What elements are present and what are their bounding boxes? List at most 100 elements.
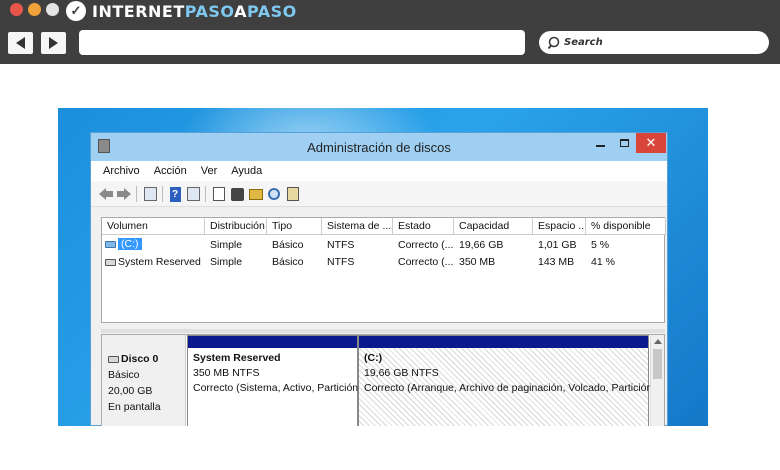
search-input[interactable]: Search: [539, 31, 769, 54]
partition-status: Correcto (Sistema, Activo, Partición p: [193, 382, 367, 394]
drive-icon: [105, 240, 116, 248]
status-cell: Correcto (...: [398, 239, 454, 251]
column-header-tipo[interactable]: Tipo: [267, 218, 322, 235]
capacity-cell: 350 MB: [459, 256, 496, 268]
console-tree-icon: [143, 187, 157, 201]
browser-titlebar: ✓ INTERNETPASOAPASO: [0, 0, 780, 24]
disk-management-window: Administración de discos ✕ Archivo Acció…: [90, 132, 668, 426]
arrow-left-icon: [16, 37, 25, 49]
close-icon: ✕: [645, 135, 657, 150]
scroll-thumb[interactable]: [653, 349, 662, 379]
browser-toolbar: Search: [0, 24, 780, 64]
forward-arrow-button[interactable]: [117, 186, 131, 202]
partition-status: Correcto (Arranque, Archivo de paginació…: [364, 382, 664, 394]
type-cell: Básico: [272, 239, 304, 251]
maximize-window-dot[interactable]: [46, 3, 59, 16]
refresh-icon: [212, 187, 225, 201]
partition-name: System Reserved: [193, 352, 281, 364]
partition-system-reserved[interactable]: System Reserved 350 MB NTFS Correcto (Si…: [187, 335, 367, 426]
rescan-disks-button[interactable]: [230, 186, 244, 202]
volume-list: Volumen Distribución Tipo Sistema de ...…: [101, 217, 666, 323]
logo-icon: ✓: [66, 1, 86, 21]
minimize-button[interactable]: [589, 133, 611, 153]
search-button[interactable]: [267, 186, 281, 202]
address-bar[interactable]: [79, 30, 525, 55]
free-space-cell: 1,01 GB: [538, 239, 577, 251]
close-window-dot[interactable]: [10, 3, 23, 16]
magnifier-icon: [268, 188, 280, 200]
search-placeholder: Search: [564, 37, 603, 48]
capacity-cell: 19,66 GB: [459, 239, 504, 251]
partition-name: (C:): [364, 352, 383, 364]
menu-ayuda[interactable]: Ayuda: [231, 165, 262, 177]
window-titlebar: Administración de discos ✕: [91, 133, 667, 161]
column-header-volumen[interactable]: Volumen: [102, 218, 205, 235]
forward-button[interactable]: [41, 32, 66, 54]
back-button[interactable]: [8, 32, 33, 54]
refresh-button[interactable]: [212, 186, 225, 202]
menu-accion[interactable]: Acción: [154, 165, 187, 177]
menu-archivo[interactable]: Archivo: [103, 165, 140, 177]
maximize-button[interactable]: [613, 133, 635, 153]
toolbar: ?: [91, 181, 667, 207]
disk-name: Disco 0: [108, 353, 158, 365]
partition-size: 350 MB NTFS: [193, 367, 260, 379]
search-icon: [547, 36, 560, 49]
disk-status: En pantalla: [108, 401, 161, 413]
logo-text: INTERNETPASOAPASO: [92, 1, 297, 21]
partition-size: 19,66 GB NTFS: [364, 367, 439, 379]
site-logo: ✓ INTERNETPASOAPASO: [66, 0, 297, 22]
partition-c[interactable]: (C:) 19,66 GB NTFS Correcto (Arranque, A…: [358, 335, 664, 426]
menu-bar: Archivo Acción Ver Ayuda: [91, 161, 667, 181]
view-button[interactable]: [186, 186, 200, 202]
disk-map: Disco 0 Básico 20,00 GB En pantalla Syst…: [101, 334, 665, 426]
type-cell: Básico: [272, 256, 304, 268]
forward-arrow-icon: [117, 188, 131, 200]
column-header-disponible[interactable]: % disponible: [586, 218, 666, 235]
column-header-estado[interactable]: Estado: [393, 218, 454, 235]
close-button[interactable]: ✕: [636, 133, 666, 153]
disk-size: 20,00 GB: [108, 385, 153, 397]
disk-type: Básico: [108, 369, 140, 381]
open-folder-button[interactable]: [248, 186, 263, 202]
column-header-distribucion[interactable]: Distribución: [205, 218, 267, 235]
vertical-scrollbar[interactable]: [650, 335, 664, 426]
filesystem-cell: NTFS: [327, 239, 355, 251]
console-tree-button[interactable]: [143, 186, 157, 202]
status-cell: Correcto (...: [398, 256, 454, 268]
partition-bar: [359, 336, 648, 348]
desktop-screenshot: Administración de discos ✕ Archivo Acció…: [58, 108, 708, 426]
percent-free-cell: 5 %: [591, 239, 610, 251]
view-icon: [186, 187, 200, 201]
menu-ver[interactable]: Ver: [201, 165, 218, 177]
minimize-icon: [595, 145, 605, 147]
scroll-up-icon[interactable]: [654, 339, 662, 344]
back-arrow-button[interactable]: [99, 186, 113, 202]
free-space-cell: 143 MB: [538, 256, 575, 268]
disk-icon: [108, 355, 119, 363]
minimize-window-dot[interactable]: [28, 3, 41, 16]
window-title: Administración de discos: [307, 140, 451, 155]
disk-icon: [230, 187, 244, 201]
properties-icon: [287, 187, 299, 201]
filesystem-cell: NTFS: [327, 256, 355, 268]
pane-splitter[interactable]: [101, 329, 665, 333]
folder-icon: [248, 188, 263, 200]
drive-icon: [105, 258, 116, 266]
arrow-right-icon: [49, 37, 58, 49]
distribution-cell: Simple: [210, 239, 243, 251]
properties-button[interactable]: [286, 186, 300, 202]
column-header-espacio[interactable]: Espacio ...: [533, 218, 586, 235]
column-header-capacidad[interactable]: Capacidad: [454, 218, 533, 235]
back-arrow-icon: [99, 188, 113, 200]
volume-cell: System Reserved: [105, 256, 201, 268]
help-icon: ?: [169, 186, 181, 202]
percent-free-cell: 41 %: [591, 256, 615, 268]
volume-cell: (C:): [105, 238, 142, 250]
help-button[interactable]: ?: [169, 186, 181, 202]
distribution-cell: Simple: [210, 256, 243, 268]
column-header-sistema[interactable]: Sistema de ...: [322, 218, 393, 235]
disk-label[interactable]: Disco 0 Básico 20,00 GB En pantalla: [102, 335, 186, 426]
maximize-icon: [619, 139, 629, 147]
partition-bar: [188, 336, 357, 348]
